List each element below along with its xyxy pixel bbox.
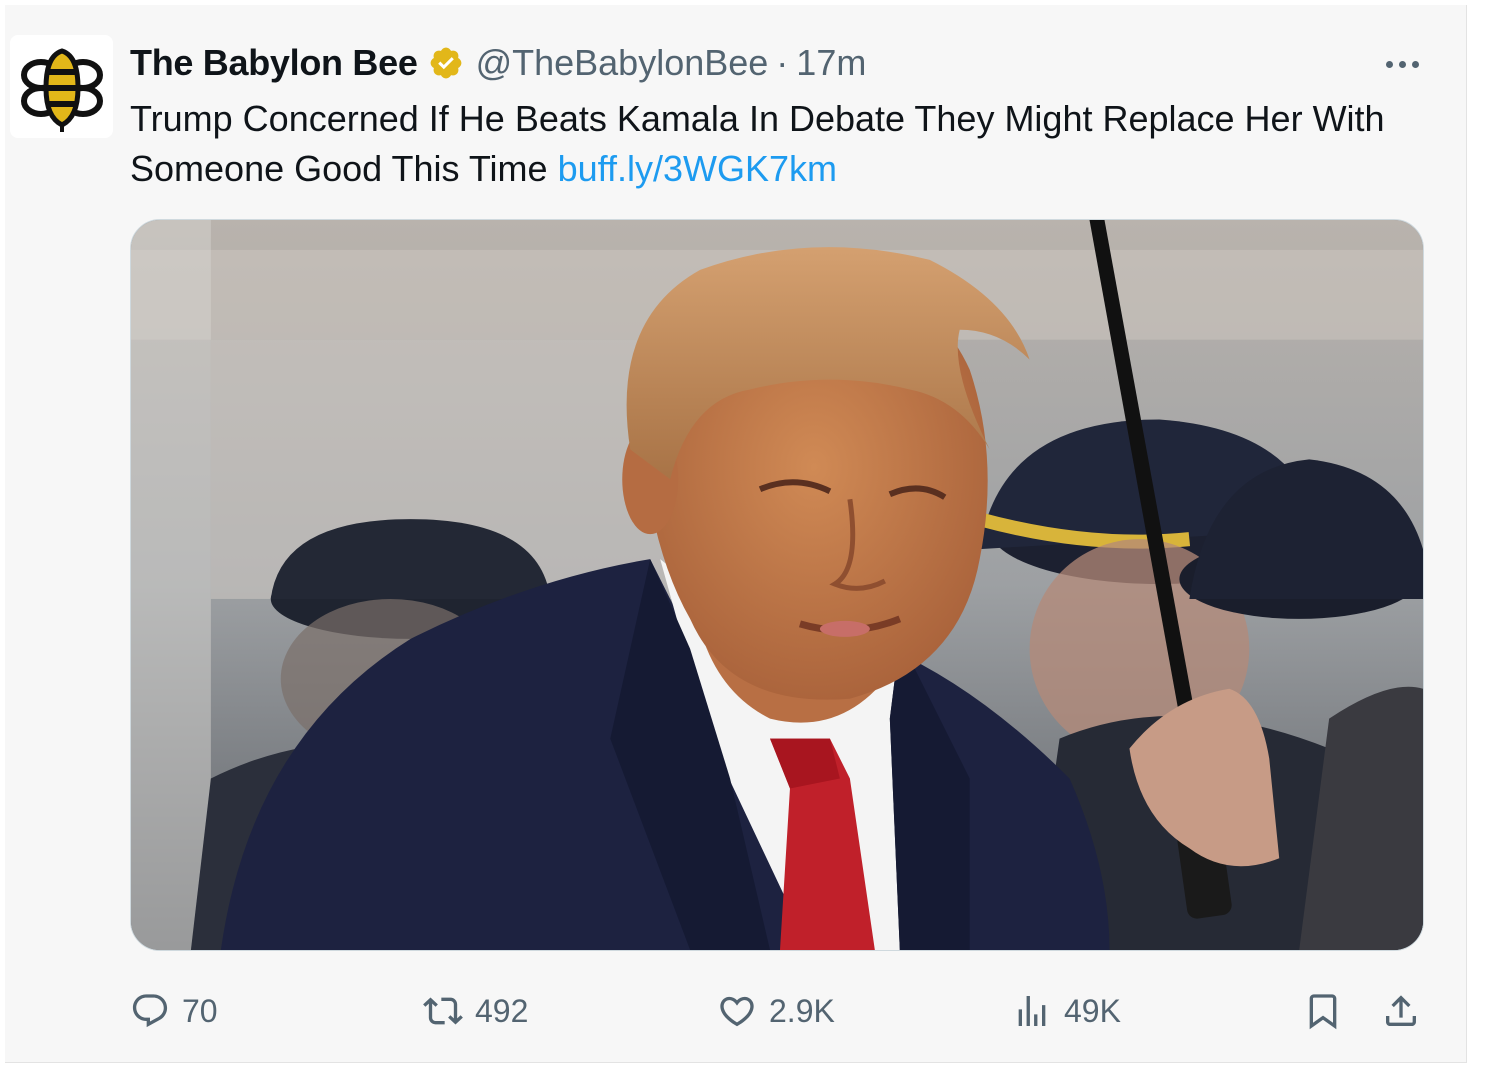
bee-logo-icon [20, 47, 103, 132]
views-icon [1018, 996, 1046, 1026]
share-icon [1386, 995, 1416, 1026]
separator-dot: · [776, 42, 789, 83]
tweet-text: Trump Concerned If He Beats Kamala In De… [130, 94, 1420, 194]
repost-icon [423, 997, 463, 1025]
view-count: 49K [1064, 992, 1121, 1029]
verified-badge-icon[interactable] [428, 45, 464, 81]
repost-button[interactable]: 492 [423, 986, 528, 1036]
tweet-header: The Babylon Bee @TheBabylonBee · 17m [130, 39, 866, 87]
tweet-card[interactable]: The Babylon Bee @TheBabylonBee · 17m Tru… [5, 5, 1467, 1063]
action-bar: 70 492 2.9K 49K [5, 986, 1467, 1036]
reply-count: 70 [182, 992, 218, 1029]
heart-icon [720, 996, 754, 1027]
reply-icon [132, 994, 168, 1028]
more-icon[interactable] [1380, 49, 1424, 79]
repost-count: 492 [475, 992, 529, 1029]
like-button[interactable]: 2.9K [717, 986, 835, 1036]
reply-button[interactable]: 70 [130, 986, 218, 1036]
views-button[interactable]: 49K [1012, 986, 1121, 1036]
avatar[interactable] [10, 35, 113, 138]
like-count: 2.9K [769, 992, 835, 1029]
bookmark-button[interactable] [1303, 986, 1343, 1036]
tweet-link[interactable]: buff.ly/3WGK7km [558, 148, 837, 189]
share-button[interactable] [1381, 986, 1421, 1036]
bookmark-icon [1309, 994, 1337, 1030]
timestamp[interactable]: 17m [796, 42, 866, 84]
display-name[interactable]: The Babylon Bee [130, 42, 418, 84]
user-handle[interactable]: @TheBabylonBee [476, 42, 769, 84]
tweet-image[interactable] [130, 219, 1424, 951]
